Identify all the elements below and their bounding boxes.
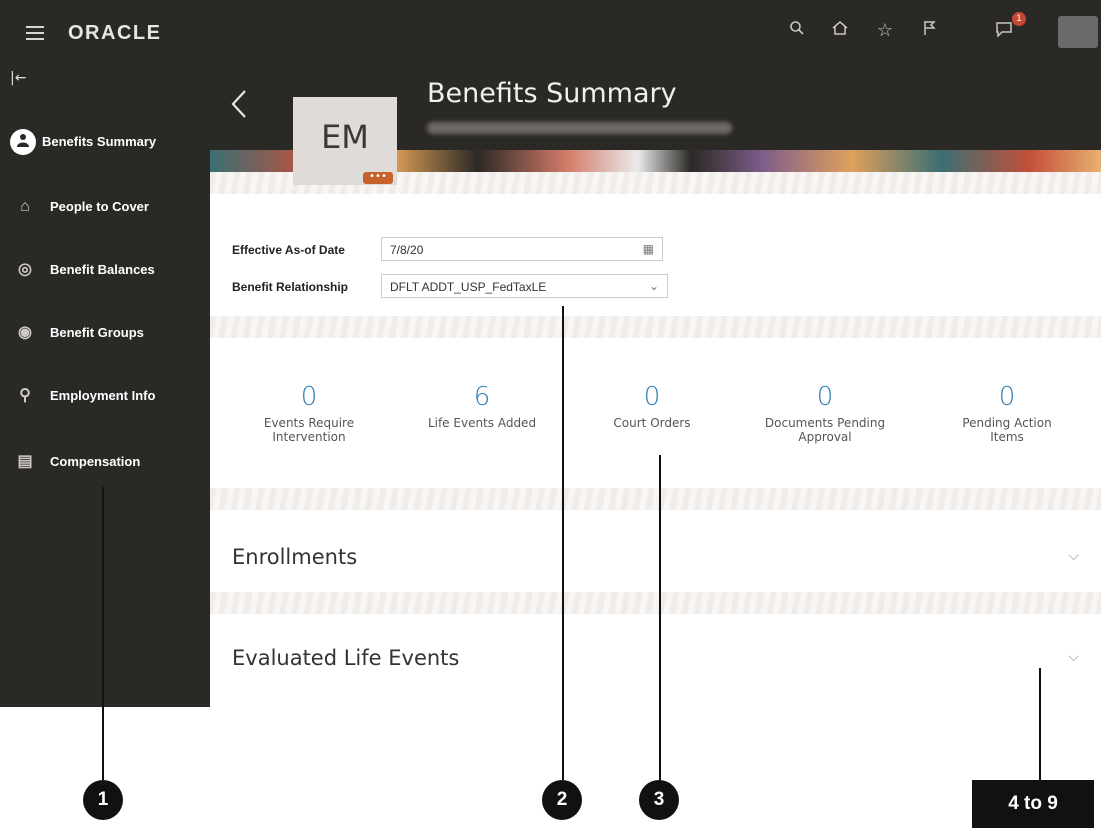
benefit-relationship-value: DFLT ADDT_USP_FedTaxLE (390, 280, 547, 294)
chevron-down-icon[interactable]: ⌵ (1068, 548, 1079, 564)
effective-date-input[interactable]: 7/8/20 ▦ (381, 237, 663, 261)
chevron-down-icon[interactable]: ⌵ (1068, 649, 1079, 665)
enrollments-section[interactable]: Enrollments ⌵ (210, 510, 1101, 592)
coins-icon: ◎ (18, 261, 32, 278)
house-people-icon: ⌂ (20, 198, 30, 215)
callout-3: 3 (639, 780, 679, 820)
sidebar-item-benefit-groups[interactable]: ◉ Benefit Groups (0, 314, 210, 354)
sidebar-item-label: Employment Info (50, 388, 156, 403)
app-screenshot: ORACLE ☆ 1 |← Benefits Summary ⌂ People … (0, 0, 1101, 707)
top-bar: ORACLE ☆ 1 (0, 0, 1101, 64)
sidebar-item-benefits-summary[interactable]: Benefits Summary (0, 123, 210, 163)
sidebar-item-label: Benefit Groups (50, 325, 144, 340)
metric-value: 0 (300, 382, 318, 412)
metric-caption: Documents Pending Approval (764, 416, 886, 444)
benefit-relationship-label: Benefit Relationship (232, 280, 349, 294)
sidebar-item-label: People to Cover (50, 199, 149, 214)
metric-value: 0 (816, 382, 834, 412)
callout-2: 2 (542, 780, 582, 820)
metric-caption: Pending Action Items (962, 416, 1052, 444)
money-icon: ▤ (17, 453, 33, 470)
menu-icon[interactable] (26, 26, 44, 40)
callout-line-2 (562, 306, 564, 780)
collapse-icon[interactable]: |← (10, 70, 26, 86)
metric-caption: Court Orders (613, 416, 691, 430)
page-title: Benefits Summary (427, 78, 677, 109)
main-content: Effective As-of Date 7/8/20 ▦ Benefit Re… (210, 172, 1101, 707)
decorative-band (210, 592, 1101, 614)
notification-badge: 1 (1012, 12, 1026, 26)
callout-line-3 (659, 455, 661, 780)
person-name-redacted (427, 122, 732, 134)
callout-line-4-9 (1039, 668, 1041, 780)
metric-caption: Life Events Added (427, 416, 537, 430)
oracle-logo[interactable]: ORACLE (68, 22, 161, 45)
metric-documents-pending-approval[interactable]: 0 Documents Pending Approval (750, 382, 900, 444)
decorative-band (210, 316, 1101, 338)
sidebar-item-label: Benefits Summary (42, 134, 157, 149)
star-icon[interactable]: ☆ (873, 19, 897, 43)
metric-events-require-intervention[interactable]: 0 Events Require Intervention (234, 382, 384, 444)
sidebar-item-benefit-balances[interactable]: ◎ Benefit Balances (0, 251, 210, 291)
filter-panel: Effective As-of Date 7/8/20 ▦ Benefit Re… (210, 194, 1101, 316)
effective-date-label: Effective As-of Date (232, 243, 345, 257)
metric-value: 6 (473, 382, 491, 412)
sidebar-item-people-to-cover[interactable]: ⌂ People to Cover (0, 188, 210, 228)
section-title: Evaluated Life Events (232, 646, 460, 670)
home-icon[interactable] (828, 19, 852, 43)
callout-1: 1 (83, 780, 123, 820)
metric-life-events-added[interactable]: 6 Life Events Added (407, 382, 557, 430)
evaluated-life-events-section[interactable]: Evaluated Life Events ⌵ (210, 614, 1101, 707)
back-button[interactable] (230, 88, 248, 129)
sidebar-item-label: Benefit Balances (50, 262, 155, 277)
metric-caption: Events Require Intervention (263, 416, 355, 444)
sidebar-item-compensation[interactable]: ▤ Compensation (0, 443, 210, 483)
briefcase-person-icon: ⚲ (19, 387, 31, 404)
decorative-band (210, 488, 1101, 510)
person-icon (10, 129, 36, 155)
chevron-down-icon: ⌄ (648, 279, 659, 293)
metric-value: 0 (998, 382, 1016, 412)
flag-icon[interactable] (918, 19, 942, 43)
metric-court-orders[interactable]: 0 Court Orders (577, 382, 727, 430)
metric-pending-action-items[interactable]: 0 Pending Action Items (932, 382, 1082, 444)
effective-date-value: 7/8/20 (390, 243, 424, 257)
sidebar-item-employment-info[interactable]: ⚲ Employment Info (0, 377, 210, 417)
benefit-relationship-select[interactable]: DFLT ADDT_USP_FedTaxLE ⌄ (381, 274, 668, 298)
metric-value: 0 (643, 382, 661, 412)
search-icon[interactable] (785, 19, 809, 43)
user-avatar[interactable] (1058, 16, 1098, 48)
section-title: Enrollments (232, 545, 358, 569)
avatar-actions-button[interactable]: ••• (363, 172, 393, 184)
sidebar-item-label: Compensation (50, 454, 141, 469)
callout-4-to-9: 4 to 9 (972, 780, 1094, 828)
group-icon: ◉ (18, 324, 32, 341)
callout-line-1 (102, 487, 104, 780)
calendar-icon[interactable]: ▦ (643, 242, 654, 256)
